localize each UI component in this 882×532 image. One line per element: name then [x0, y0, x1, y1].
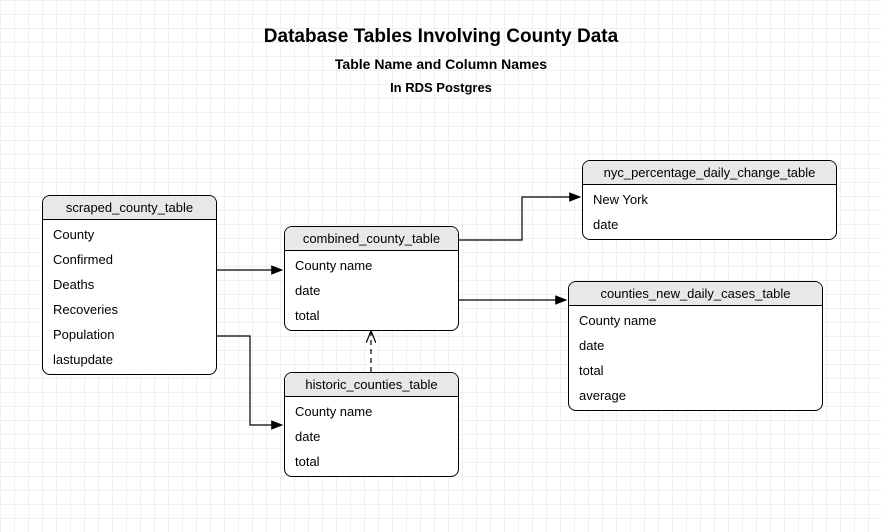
table-header: combined_county_table — [285, 227, 458, 251]
table-row: lastupdate — [43, 347, 216, 372]
table-row: total — [285, 303, 458, 328]
table-row: date — [569, 333, 822, 358]
table-counties-new-daily: counties_new_daily_cases_table County na… — [568, 281, 823, 411]
table-row: Confirmed — [43, 247, 216, 272]
table-historic-counties: historic_counties_table County name date… — [284, 372, 459, 477]
table-row: County — [43, 222, 216, 247]
table-row: date — [285, 424, 458, 449]
table-nyc-percentage: nyc_percentage_daily_change_table New Yo… — [582, 160, 837, 240]
table-body: County name date total average — [569, 306, 822, 410]
table-header: counties_new_daily_cases_table — [569, 282, 822, 306]
title-main: Database Tables Involving County Data — [0, 26, 882, 48]
table-combined-county: combined_county_table County name date t… — [284, 226, 459, 331]
table-body: County name date total — [285, 397, 458, 476]
table-row: Recoveries — [43, 297, 216, 322]
table-row: County name — [285, 399, 458, 424]
table-body: New York date — [583, 185, 836, 239]
table-row: New York — [583, 187, 836, 212]
table-header: historic_counties_table — [285, 373, 458, 397]
table-row: date — [583, 212, 836, 237]
table-row: County name — [285, 253, 458, 278]
table-header: nyc_percentage_daily_change_table — [583, 161, 836, 185]
diagram-titles: Database Tables Involving County Data Ta… — [0, 26, 882, 95]
table-body: County name date total — [285, 251, 458, 330]
table-row: total — [285, 449, 458, 474]
table-row: Population — [43, 322, 216, 347]
table-body: County Confirmed Deaths Recoveries Popul… — [43, 220, 216, 374]
table-row: average — [569, 383, 822, 408]
title-sub2: In RDS Postgres — [0, 80, 882, 95]
table-row: date — [285, 278, 458, 303]
table-scraped-county: scraped_county_table County Confirmed De… — [42, 195, 217, 375]
table-row: Deaths — [43, 272, 216, 297]
title-sub1: Table Name and Column Names — [0, 56, 882, 72]
table-row: total — [569, 358, 822, 383]
table-row: County name — [569, 308, 822, 333]
table-header: scraped_county_table — [43, 196, 216, 220]
